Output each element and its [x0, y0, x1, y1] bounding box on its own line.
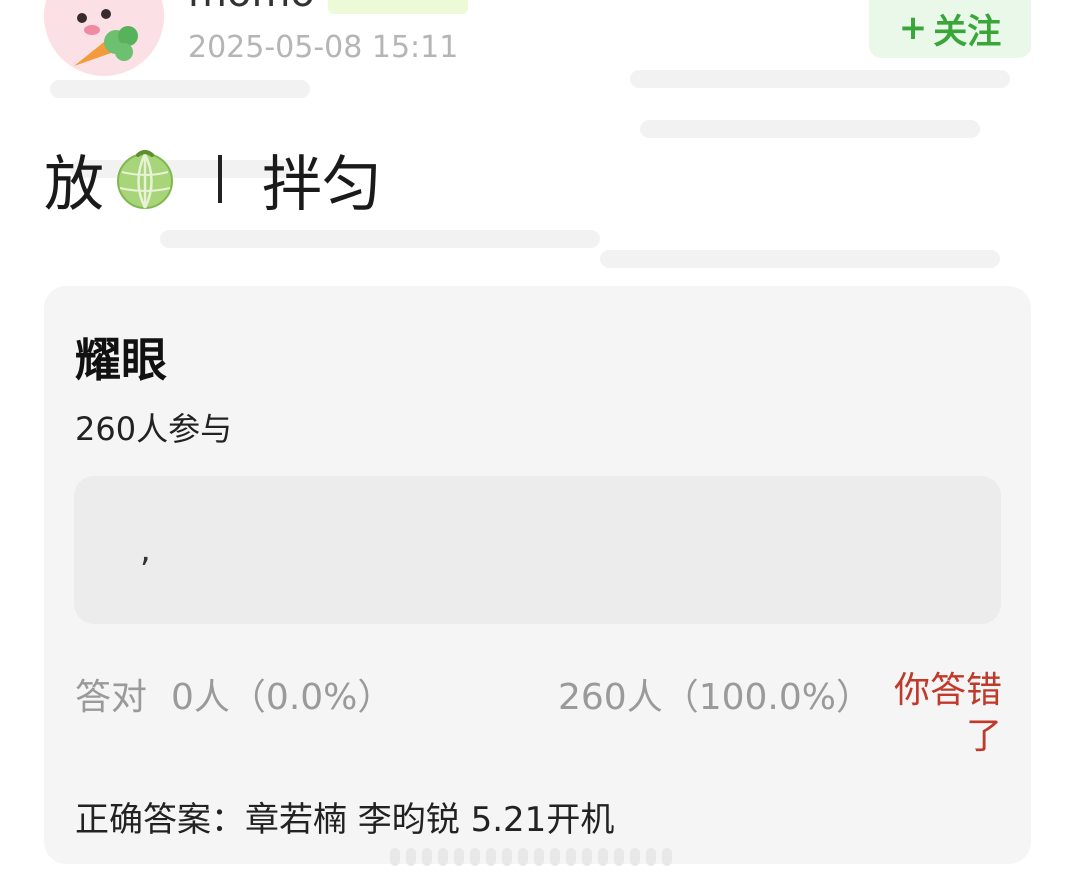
follow-label: 关注: [933, 11, 1002, 52]
title-prefix: 放: [44, 149, 104, 220]
user-badge: [328, 0, 468, 14]
correct-stat: 答对 0人（0.0%）: [75, 668, 393, 720]
quiz-card: 耀眼 260人参与 , 答对 0人（0.0%） 260人（100.0%） 你答错了…: [44, 286, 1031, 864]
post-timestamp: 2025-05-08 15:11: [188, 30, 459, 65]
wrong-stat: 260人（100.0%）: [558, 677, 872, 718]
correct-label: 答对: [75, 677, 148, 718]
plus-icon: +: [898, 8, 928, 48]
melon-icon: [114, 148, 176, 210]
title-suffix: 拌匀: [262, 149, 382, 220]
scroll-indicator: [390, 846, 690, 868]
follow-button[interactable]: + 关注: [869, 0, 1031, 58]
correct-answer: 正确答案：章若楠 李昀锐 5.21开机: [75, 800, 615, 840]
user-answer-text: ,: [140, 530, 151, 570]
quiz-title: 耀眼: [75, 333, 167, 387]
username[interactable]: momo: [188, 0, 315, 16]
user-answer-box[interactable]: ,: [74, 476, 1001, 624]
correct-count: 0人（0.0%）: [171, 677, 394, 718]
avatar-illustration: [44, 0, 164, 76]
title-separator: [218, 155, 222, 203]
avatar[interactable]: [44, 0, 164, 76]
result-label: 你答错了: [893, 670, 1002, 757]
post-title: 放 拌匀: [44, 144, 382, 220]
participant-count: 260人参与: [75, 410, 233, 448]
